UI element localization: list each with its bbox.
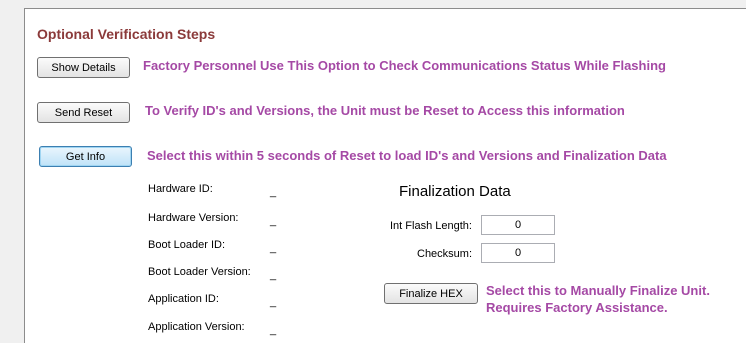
- hardware-id-value: _: [270, 186, 277, 198]
- show-details-button[interactable]: Show Details: [37, 57, 130, 78]
- hardware-version-value: _: [270, 215, 277, 227]
- hardware-version-label: Hardware Version:: [148, 212, 239, 224]
- boot-loader-id-label: Boot Loader ID:: [148, 239, 226, 251]
- application-version-label: Application Version:: [148, 321, 245, 333]
- boot-loader-id-value: _: [270, 242, 277, 254]
- application-id-label: Application ID:: [148, 293, 219, 305]
- section-title: Optional Verification Steps: [37, 26, 216, 42]
- get-info-button[interactable]: Get Info: [39, 146, 132, 167]
- finalize-description: Select this to Manually Finalize Unit. R…: [486, 283, 710, 315]
- application-version-value: _: [270, 324, 277, 336]
- checksum-label: Checksum:: [417, 248, 473, 260]
- checksum-field[interactable]: [481, 243, 555, 263]
- int-flash-length-field[interactable]: [481, 215, 555, 235]
- hardware-id-label: Hardware ID:: [148, 183, 213, 195]
- boot-loader-version-value: _: [270, 269, 277, 281]
- finalize-hex-button[interactable]: Finalize HEX: [384, 283, 478, 304]
- send-reset-description: To Verify ID's and Versions, the Unit mu…: [145, 103, 625, 118]
- send-reset-button[interactable]: Send Reset: [37, 102, 130, 123]
- get-info-description: Select this within 5 seconds of Reset to…: [147, 148, 667, 163]
- show-details-description: Factory Personnel Use This Option to Che…: [143, 58, 666, 73]
- boot-loader-version-label: Boot Loader Version:: [148, 266, 251, 278]
- int-flash-length-label: Int Flash Length:: [390, 220, 472, 232]
- finalization-title: Finalization Data: [399, 183, 511, 200]
- application-id-value: _: [270, 296, 277, 308]
